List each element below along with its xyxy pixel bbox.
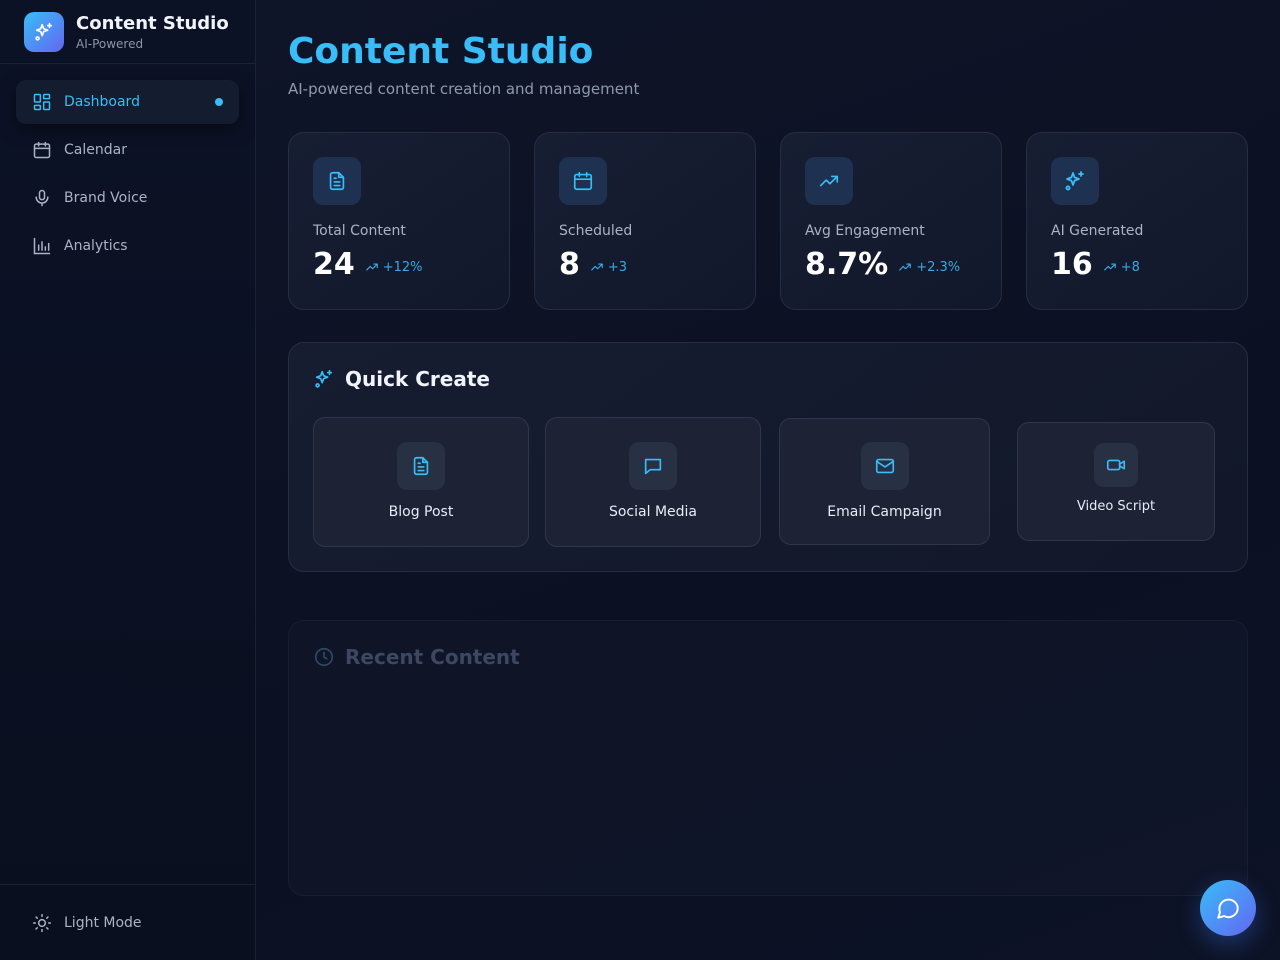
quick-create-blog-post[interactable]: Blog Post xyxy=(313,417,529,547)
calendar-icon xyxy=(32,140,52,160)
theme-toggle-label: Light Mode xyxy=(64,914,142,931)
quick-create-label: Email Campaign xyxy=(827,504,942,520)
quick-create-video-script[interactable]: Video Script xyxy=(1017,422,1215,541)
sidebar-item-calendar[interactable]: Calendar xyxy=(16,128,239,172)
stat-value: 24 xyxy=(313,247,355,282)
active-indicator-dot xyxy=(215,98,223,106)
stat-trend: +3 xyxy=(590,260,627,275)
brand-title: Content Studio xyxy=(76,12,229,34)
quick-create-title: Quick Create xyxy=(345,367,490,391)
sidebar-item-label: Analytics xyxy=(64,238,128,254)
app-root: Content Studio AI-Powered Dashboard Cale… xyxy=(0,0,1280,960)
sparkles-icon xyxy=(313,368,335,390)
mail-icon xyxy=(860,442,909,490)
calendar-icon xyxy=(559,157,607,205)
stat-trend: +8 xyxy=(1103,260,1140,275)
quick-create-label: Blog Post xyxy=(388,504,454,520)
stat-label: Total Content xyxy=(313,223,406,239)
quick-create-email-campaign[interactable]: Email Campaign xyxy=(779,418,990,545)
stat-label: Scheduled xyxy=(559,223,633,239)
main-content: Content Studio AI-powered content creati… xyxy=(256,0,1280,960)
recent-content-panel: Recent Content xyxy=(288,620,1248,896)
quick-create-label: Social Media xyxy=(608,504,697,520)
sidebar-nav: Dashboard Calendar Brand Voice Analytics xyxy=(0,64,255,884)
quick-create-panel: Quick Create Blog Post Social Media Emai… xyxy=(288,342,1248,572)
video-icon xyxy=(1094,443,1138,487)
page-title: Content Studio xyxy=(288,31,594,72)
stat-card-total-content: Total Content 24 +12% xyxy=(288,132,510,310)
sidebar-item-label: Calendar xyxy=(64,142,127,158)
chat-button[interactable] xyxy=(1200,880,1256,936)
sun-icon xyxy=(32,913,52,933)
stat-card-avg-engagement: Avg Engagement 8.7% +2.3% xyxy=(780,132,1002,310)
stat-trend-value: +12% xyxy=(382,259,423,275)
quick-create-social-media[interactable]: Social Media xyxy=(545,417,761,547)
trending-up-icon xyxy=(805,157,853,205)
microphone-icon xyxy=(32,188,52,208)
page-subtitle: AI-powered content creation and manageme… xyxy=(288,80,640,98)
stat-trend-value: +3 xyxy=(607,259,628,275)
trending-up-icon xyxy=(365,263,378,271)
sidebar: Content Studio AI-Powered Dashboard Cale… xyxy=(0,0,256,960)
stat-label: Avg Engagement xyxy=(805,223,925,239)
stat-label: AI Generated xyxy=(1051,223,1144,239)
bar-chart-icon xyxy=(32,236,52,256)
stat-trend-value: +2.3% xyxy=(916,259,961,275)
stats-row: Total Content 24 +12% Scheduled 8 +3 Avg… xyxy=(288,132,1248,310)
document-icon xyxy=(397,442,445,490)
sidebar-item-label: Dashboard xyxy=(64,94,140,110)
stat-value: 8.7% xyxy=(805,247,889,282)
stat-value: 8 xyxy=(559,247,580,282)
theme-toggle[interactable]: Light Mode xyxy=(0,884,255,960)
sidebar-item-analytics[interactable]: Analytics xyxy=(16,224,239,268)
chat-bubble-icon xyxy=(1217,898,1239,919)
quick-create-label: Video Script xyxy=(1076,499,1156,514)
clock-icon xyxy=(313,646,335,668)
stat-trend: +2.3% xyxy=(898,260,960,275)
brand-header: Content Studio AI-Powered xyxy=(0,0,255,64)
sidebar-item-label: Brand Voice xyxy=(64,190,148,206)
sidebar-item-dashboard[interactable]: Dashboard xyxy=(16,80,239,124)
dashboard-icon xyxy=(32,92,52,112)
document-icon xyxy=(313,157,361,205)
stat-value: 16 xyxy=(1051,247,1093,282)
stat-trend: +12% xyxy=(365,260,423,275)
trending-up-icon xyxy=(899,263,912,271)
recent-content-title: Recent Content xyxy=(345,645,520,669)
sparkles-icon xyxy=(24,11,64,52)
stat-card-scheduled: Scheduled 8 +3 xyxy=(534,132,756,310)
sidebar-item-brand-voice[interactable]: Brand Voice xyxy=(16,176,239,220)
quick-create-grid: Blog Post Social Media Email Campaign Vi… xyxy=(313,417,1223,547)
chat-bubble-icon xyxy=(629,442,677,490)
trending-up-icon xyxy=(591,263,603,271)
stat-trend-value: +8 xyxy=(1120,259,1140,275)
brand-subtitle: AI-Powered xyxy=(76,36,144,51)
sparkles-icon xyxy=(1051,157,1099,205)
stat-card-ai-generated: AI Generated 16 +8 xyxy=(1026,132,1248,310)
trending-up-icon xyxy=(1103,263,1116,271)
